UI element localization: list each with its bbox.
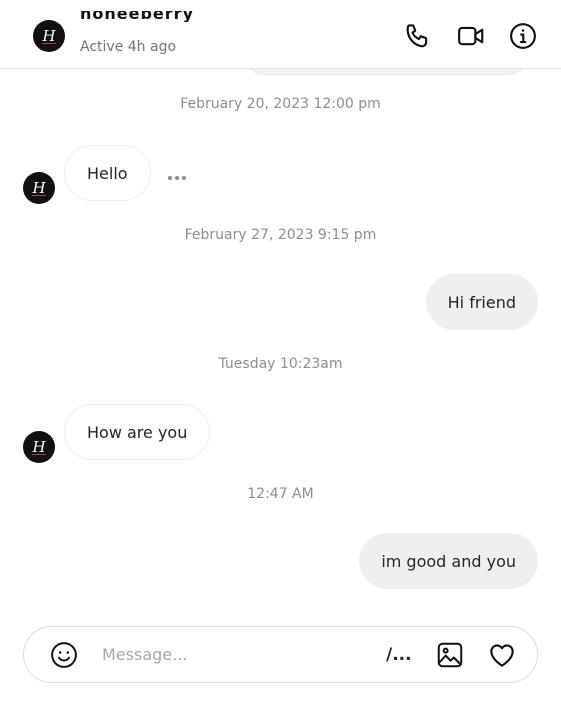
emoji-icon[interactable]: [48, 639, 80, 671]
message-bubble-incoming[interactable]: How are you: [64, 404, 211, 460]
message-input[interactable]: Message...: [102, 627, 187, 682]
avatar-letter: H: [32, 438, 46, 456]
message-composer: Message... /...: [23, 626, 538, 683]
timestamp: February 20, 2023 12:00 pm: [180, 96, 381, 112]
more-options-icon[interactable]: [168, 170, 186, 186]
command-shortcut[interactable]: /...: [386, 639, 412, 671]
active-status: Active 4h ago: [80, 39, 177, 55]
message-text: im good and you: [381, 551, 516, 571]
image-icon[interactable]: [434, 639, 466, 671]
timestamp: February 27, 2023 9:15 pm: [184, 227, 377, 243]
message-bubble-outgoing[interactable]: Hi friend: [425, 274, 538, 330]
chat-header: H honeeberry Active 4h ago: [0, 0, 561, 69]
avatar-letter: H: [32, 179, 46, 197]
message-text: Hi friend: [447, 292, 516, 312]
contact-name[interactable]: honeeberry: [80, 11, 194, 22]
info-icon[interactable]: [507, 20, 539, 52]
message-bubble-incoming[interactable]: Hello: [64, 145, 151, 201]
timestamp: 12:47 AM: [247, 486, 314, 502]
message-text: How are you: [87, 422, 188, 442]
message-text: Hello: [87, 163, 128, 183]
avatar-letter: H: [42, 27, 56, 45]
avatar[interactable]: H: [23, 172, 55, 204]
avatar[interactable]: H: [23, 431, 55, 463]
heart-icon[interactable]: [486, 639, 518, 671]
video-camera-icon[interactable]: [455, 20, 487, 52]
avatar[interactable]: H: [33, 20, 65, 52]
phone-icon[interactable]: [402, 20, 434, 52]
timestamp: Tuesday 10:23am: [218, 356, 343, 372]
message-bubble-outgoing[interactable]: im good and you: [359, 533, 538, 589]
